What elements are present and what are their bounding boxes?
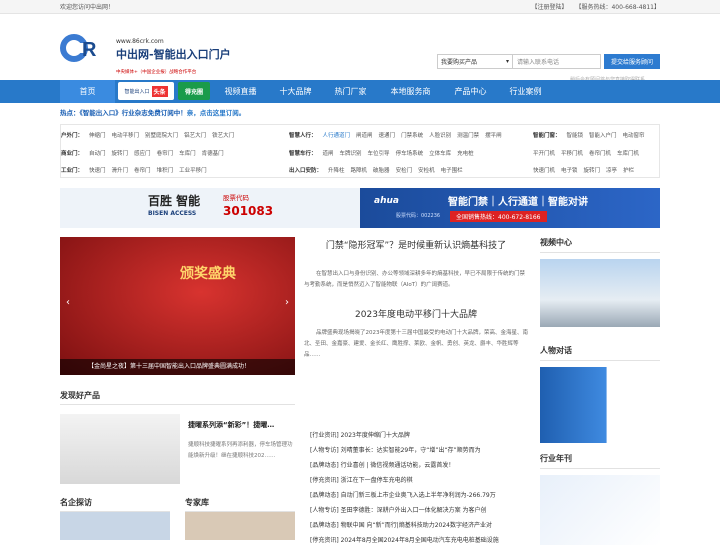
- people-dialog-title[interactable]: 人物对话: [540, 345, 660, 361]
- people-thumbnail[interactable]: [540, 367, 660, 443]
- ad-banner: 百胜 智能 BISEN ACCESS 股票代码 301083 ahua 股票代码…: [60, 188, 660, 228]
- list-item[interactable]: [停充资讯] 2024年8月全国2024年8月全国电动汽车充电电桩基础设施: [310, 533, 530, 548]
- video-thumbnail[interactable]: [540, 259, 660, 327]
- product-desc: 捷顺科技捷曜系列再添利器，停车场管理功能焕新升级！继在捷顺科技202……: [188, 442, 293, 459]
- headline-news: 门禁“隐形冠军”？是时候重新认识熵基科技了 在智慧出入口与身份识别、办公等领域深…: [304, 237, 528, 361]
- nav-video-live[interactable]: 视频直播: [213, 80, 268, 103]
- ahua-slogan: 智能门禁｜人行通道｜智能对讲: [448, 197, 588, 208]
- site-slogan: 中央媒体+（中国企业报）战略合作平台: [116, 70, 197, 75]
- category-row-smart-doors: 智能门窗： 智能锁 智能入户门 电动窗帘: [533, 133, 645, 139]
- nav-home[interactable]: 首页: [60, 80, 115, 103]
- header: R www.86crk.com 中出网-智能出入口门户 中央媒体+（中国企业报）…: [0, 14, 720, 83]
- list-item[interactable]: [品牌动态] 自动门新三板上市企业奥飞入选上半年净利润为-266.79万: [310, 488, 530, 503]
- find-products-title[interactable]: 发现好产品: [60, 390, 100, 401]
- famous-visit-title[interactable]: 名企探访: [60, 497, 92, 508]
- news-list: [行业资讯] 2023年度伸缩门十大品牌 [人物专访] 刘晴董事长：达实智能29…: [310, 428, 530, 548]
- nav-local-service[interactable]: 本地服务商: [378, 80, 443, 103]
- category-row-commercial: 商业门： 自动门 旋转门 感应门 卷帘门 车库门 肯德基门: [61, 151, 224, 157]
- main-nav: 首页 视频直播 十大品牌 热门厂家 本地服务商 产品中心 行业案例: [0, 80, 720, 103]
- category-row-misc: 快速门机 电子锁 旋转门 凉亭 护栏: [533, 168, 635, 174]
- bisen-ad[interactable]: 百胜 智能 BISEN ACCESS 股票代码 301083: [60, 188, 360, 228]
- second-headline[interactable]: 2023年度电动平移门十大品牌: [304, 307, 528, 320]
- chevron-right-icon[interactable]: ›: [285, 297, 289, 308]
- slider-award-text: 颁奖盛典: [180, 266, 236, 282]
- charging-ad[interactable]: 得充圈: [178, 82, 210, 100]
- product-select[interactable]: 我要购买产品 ▾: [437, 54, 513, 69]
- bisen-brand: 百胜 智能: [148, 194, 201, 208]
- category-row-vehicle: 智慧车行： 道闸 车牌识别 车位引导 停车场系统 立体车库 充电桩: [289, 151, 474, 157]
- headline-summary: 在智慧出入口与身份识别、办公等领域深耕多年的熵基科技，早已不局限于传统的门禁与考…: [304, 271, 526, 288]
- category-box: 户外门： 伸缩门 电动平移门 别墅庭院大门 铝艺大门 铁艺大门 商业门： 自动门…: [60, 124, 660, 178]
- nav-top-brands[interactable]: 十大品牌: [268, 80, 323, 103]
- slider-image: [60, 237, 295, 375]
- news-slider[interactable]: 颁奖盛典 ‹ › 【金尚星之夜】第十三届中国智能出入口品牌盛典圆满成功！: [60, 237, 295, 375]
- chevron-left-icon[interactable]: ‹: [66, 297, 70, 308]
- nav-products[interactable]: 产品中心: [443, 80, 498, 103]
- category-row-security: 出入口安防： 升降柱 路障机 破胎器 安检门 安检机 电子围栏: [289, 168, 463, 174]
- product-title[interactable]: 捷曜系列添“新彩”！捷曜…: [188, 420, 274, 430]
- hotline-text: 【服务热线：400-668-4811】: [575, 4, 660, 11]
- headline-ad[interactable]: 智能出入口 头条: [118, 82, 174, 100]
- stock-code-label: 股票代码: [223, 194, 249, 202]
- stock-code: 301083: [223, 204, 274, 218]
- logo-icon[interactable]: R: [60, 34, 112, 62]
- list-item[interactable]: [品牌动态] 行业喜创 | 微信视频通话功能，云露首发！: [310, 458, 530, 473]
- expert-thumbnail[interactable]: [185, 512, 295, 540]
- category-row-door-motors: 平开门机 平移门机 卷帘门机 车库门机: [533, 151, 640, 157]
- find-product-card[interactable]: 捷曜系列添“新彩”！捷曜… 捷顺科技捷曜系列再添利器，停车场管理功能焕新升级！继…: [60, 414, 295, 484]
- bisen-brand-en: BISEN ACCESS: [148, 210, 197, 217]
- divider: [60, 404, 295, 405]
- headline-title[interactable]: 门禁“隐形冠军”？是时候重新认识熵基科技了: [304, 237, 528, 255]
- top-bar: 欢迎您访问中出网！ 【注册登陆】 【服务热线：400-668-4811】: [0, 0, 720, 14]
- chevron-down-icon: ▾: [505, 58, 509, 65]
- subscribe-link[interactable]: 亲，点击这里订阅。: [187, 109, 246, 117]
- ahua-logo: ahua: [374, 196, 399, 206]
- category-row-pedestrian: 智慧人行： 人行通道门 闸道闸 速通门 门禁系统 人脸识别 测温门禁 摆平闸: [289, 133, 502, 139]
- list-item[interactable]: [行业资讯] 2023年度伸缩门十大品牌: [310, 428, 530, 443]
- right-column: 视频中心 人物对话 行业年刊: [540, 237, 660, 545]
- second-summary: 品牌盛典现场揭晓了2023年度第十三届中国最受的电动门十大品牌，荣高、金海星、南…: [304, 330, 528, 358]
- slider-caption[interactable]: 【金尚星之夜】第十三届中国智能出入口品牌盛典圆满成功！: [60, 359, 295, 375]
- nav-ads: 智能出入口 头条 得充圈: [118, 82, 210, 100]
- register-link[interactable]: 【注册登陆】: [532, 4, 568, 11]
- welcome-text: 欢迎您访问中出网！: [60, 4, 115, 11]
- video-center-title[interactable]: 视频中心: [540, 237, 660, 253]
- nav-hot-makers[interactable]: 热门厂家: [323, 80, 378, 103]
- nav-cases[interactable]: 行业案例: [498, 80, 553, 103]
- list-item[interactable]: [人物专访] 圣田李德胜：深耕户外出入口一体化解决方案 为客户创: [310, 503, 530, 518]
- list-item[interactable]: [品牌动态] 物联中国 向“新”而行|熵基科技助力2024数字经济产业对: [310, 518, 530, 533]
- phone-input[interactable]: 请输入联系电话: [513, 54, 601, 69]
- hot-news[interactable]: 热点：《智能出入口》行业杂志免费订阅中！亲，点击这里订阅。: [60, 107, 245, 117]
- ahua-ad[interactable]: ahua 股票代码：002236 智能门禁｜人行通道｜智能对讲 全国销售热线：4…: [360, 188, 660, 228]
- visit-thumbnail[interactable]: [60, 512, 170, 540]
- site-title: 中出网-智能出入口门户: [116, 48, 231, 61]
- consult-form: 我要购买产品 ▾ 请输入联系电话 提交给服务顾问: [437, 54, 660, 69]
- submit-button[interactable]: 提交给服务顾问: [604, 54, 660, 69]
- expert-library-title[interactable]: 专家库: [185, 497, 209, 508]
- site-url: www.86crk.com: [116, 38, 164, 45]
- category-row-outdoor: 户外门： 伸缩门 电动平移门 别墅庭院大门 铝艺大门 铁艺大门: [61, 133, 235, 139]
- list-item[interactable]: [停充资讯] 浙江在下一盘停车充电的棋: [310, 473, 530, 488]
- annual-title[interactable]: 行业年刊: [540, 453, 660, 469]
- product-image: [60, 414, 180, 484]
- list-item[interactable]: [人物专访] 刘晴董事长：达实智能29年，守“增”出“存”顺势而为: [310, 443, 530, 458]
- svg-text:R: R: [82, 39, 97, 61]
- ahua-hotline: 全国销售热线：400-672-8166: [450, 211, 547, 222]
- annual-cover[interactable]: [540, 475, 660, 545]
- category-row-industrial: 工业门： 快速门 滑升门 卷帘门 堆积门 工业平移门: [61, 168, 207, 174]
- ahua-stock-code: 股票代码：002236: [396, 213, 441, 219]
